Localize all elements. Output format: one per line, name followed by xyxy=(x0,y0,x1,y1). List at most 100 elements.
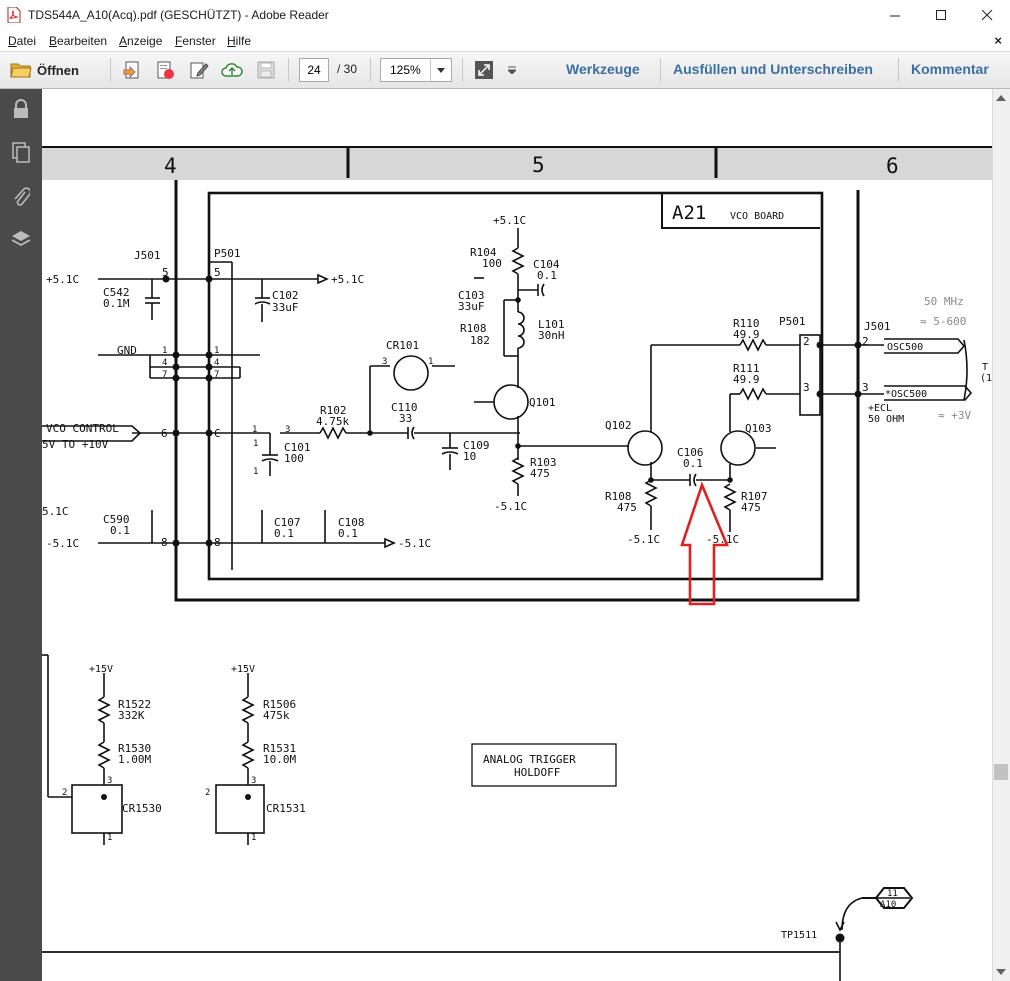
pin-label: 3 xyxy=(382,357,387,367)
menu-mnemonic: D xyxy=(8,34,17,48)
close-document-icon[interactable]: × xyxy=(994,33,1002,48)
pin-label: 3 xyxy=(107,776,112,786)
maximize-button[interactable] xyxy=(918,0,964,31)
save-button[interactable] xyxy=(254,59,278,81)
scroll-down-icon[interactable] xyxy=(996,969,1006,975)
part-value: 0.1 xyxy=(110,524,130,537)
menu-bar: Datei Bearbeiten Anzeige Fenster Hilfe × xyxy=(0,31,1010,52)
scroll-up-icon[interactable] xyxy=(996,95,1006,101)
net-label: VCO CONTROL xyxy=(46,422,119,435)
connector-label: J501 xyxy=(864,320,891,333)
part-value: 0.1 xyxy=(683,457,703,470)
document-view[interactable]: 4 5 6 A21 VCO BOARD J501 P501 P501 J501 … xyxy=(42,89,992,981)
pin-label: 3 xyxy=(251,776,256,786)
zone-label: 6 xyxy=(886,154,899,178)
menu-label: nzeige xyxy=(127,34,163,48)
zone-label: 4 xyxy=(164,154,177,178)
pin-label: 2 xyxy=(862,335,869,348)
menu-datei[interactable]: Datei xyxy=(8,34,36,48)
menu-mnemonic: H xyxy=(227,34,236,48)
test-point-label: TP1511 xyxy=(781,930,817,941)
open-button[interactable]: Öffnen xyxy=(10,59,79,81)
lock-icon[interactable] xyxy=(8,96,34,122)
pin-label: 8 xyxy=(161,536,168,549)
menu-hilfe[interactable]: Hilfe xyxy=(227,34,251,48)
net-label: +15V xyxy=(231,664,255,675)
pages-icon[interactable] xyxy=(8,140,34,166)
part-value: 0.1 xyxy=(338,527,358,540)
analog-trigger-label: HOLDOFF xyxy=(514,766,560,779)
vertical-scrollbar[interactable] xyxy=(992,89,1010,981)
menu-mnemonic: B xyxy=(49,34,58,48)
part-value: 4.75k xyxy=(316,415,349,428)
export-pdf-button[interactable] xyxy=(153,59,177,81)
edit-pdf-button[interactable] xyxy=(187,59,211,81)
part-value: 1.00M xyxy=(118,753,151,766)
chevron-down-icon[interactable] xyxy=(430,59,451,81)
menu-label: ilfe xyxy=(235,34,252,48)
comment-button[interactable]: Kommentar xyxy=(911,61,989,77)
zone-header-band xyxy=(42,148,992,180)
zoom-select[interactable]: 125% xyxy=(380,58,452,82)
pin-label: 2 xyxy=(205,788,210,798)
create-pdf-icon xyxy=(123,61,139,79)
net-label: +5.1C xyxy=(493,214,526,227)
folder-icon xyxy=(10,63,32,78)
part-value: 100 xyxy=(482,257,502,270)
title-bar: TDS544A_A10(Acq).pdf (GESCHÜTZT) - Adobe… xyxy=(0,0,1010,31)
edit-icon xyxy=(190,62,209,79)
pin-label: 1 xyxy=(428,357,433,367)
maximize-icon xyxy=(935,10,946,20)
net-label: OSC500 xyxy=(887,342,923,353)
handwritten-note: ≈ +3V xyxy=(938,409,971,422)
menu-anzeige[interactable]: Anzeige xyxy=(119,34,162,48)
net-label: -5.1C xyxy=(627,533,660,546)
menu-bearbeiten[interactable]: Bearbeiten xyxy=(49,34,107,48)
part-ref: Q103 xyxy=(745,422,772,435)
pin-label: 1 xyxy=(214,346,219,356)
part-value: 475 xyxy=(530,467,550,480)
menu-label: enster xyxy=(182,34,216,48)
part-value: 10 xyxy=(463,450,476,463)
pin-label: 7 xyxy=(214,370,219,380)
menu-fenster[interactable]: Fenster xyxy=(175,34,216,48)
part-value: 0.1 xyxy=(274,527,294,540)
toolbar-options-button[interactable] xyxy=(505,59,519,81)
close-icon xyxy=(981,10,992,21)
export-pdf-icon xyxy=(157,61,174,79)
scrollbar-thumb[interactable] xyxy=(994,764,1008,780)
pin-label: 2 xyxy=(62,788,67,798)
zone-label: 5 xyxy=(532,153,545,177)
pin-label: 2 xyxy=(803,335,810,348)
paperclip-icon[interactable] xyxy=(8,184,34,210)
page-total: / 30 xyxy=(337,62,358,76)
close-button[interactable] xyxy=(964,0,1010,31)
layers-icon[interactable] xyxy=(8,226,34,252)
toolbar-separator xyxy=(898,58,899,82)
toolbar-separator xyxy=(370,58,371,82)
page-number-input[interactable]: 24 xyxy=(299,58,329,82)
fullscreen-button[interactable] xyxy=(472,59,496,81)
part-value: 33uF xyxy=(272,301,299,314)
pin-label: 3 xyxy=(803,381,810,394)
pin-label: 4 xyxy=(214,358,219,368)
chevron-down-icon xyxy=(508,66,516,74)
net-label: -5.1C xyxy=(706,533,739,546)
minimize-button[interactable] xyxy=(872,0,918,31)
schematic-page: 4 5 6 A21 VCO BOARD J501 P501 P501 J501 … xyxy=(42,146,992,981)
cloud-button[interactable] xyxy=(220,59,244,81)
navigation-sidebar xyxy=(0,89,42,981)
net-label: -5.1C xyxy=(46,537,79,550)
window-title: TDS544A_A10(Acq).pdf (GESCHÜTZT) - Adobe… xyxy=(28,8,329,22)
menu-label: atei xyxy=(16,34,37,48)
pin-label: 7 xyxy=(162,370,167,380)
tools-button[interactable]: Werkzeuge xyxy=(566,61,640,77)
pin-label: 8 xyxy=(214,536,221,549)
menu-label: earbeiten xyxy=(57,34,108,48)
part-value: 332K xyxy=(118,709,145,722)
pin-label: 1 xyxy=(252,425,257,435)
pin-label: 5 xyxy=(162,266,169,279)
create-pdf-button[interactable] xyxy=(121,59,145,81)
fill-sign-button[interactable]: Ausfüllen und Unterschreiben xyxy=(673,61,873,77)
net-label: 50 OHM xyxy=(868,414,904,425)
